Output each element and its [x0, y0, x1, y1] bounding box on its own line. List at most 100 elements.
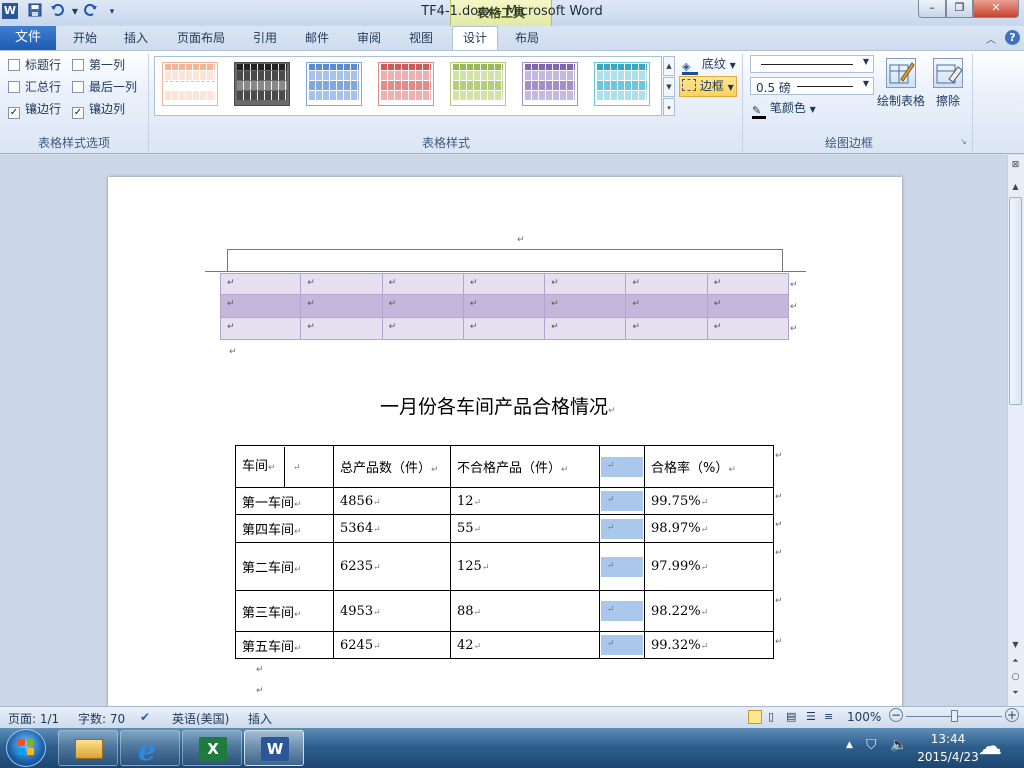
zoom-in-icon[interactable]: +: [1005, 708, 1019, 722]
table-cell[interactable]: 98.22%↵: [644, 590, 774, 632]
eraser-button[interactable]: 擦除: [923, 58, 973, 109]
previous-page-icon[interactable]: ⏶: [1009, 656, 1022, 666]
insert-mode-indicator[interactable]: 插入: [248, 710, 272, 727]
tab-references[interactable]: 引用: [244, 27, 286, 49]
scroll-up-icon[interactable]: ▲: [1009, 182, 1022, 191]
draw-table-button[interactable]: 绘制表格: [876, 58, 926, 109]
decorative-table-cell[interactable]: ↵: [381, 316, 464, 340]
table-style-swatch[interactable]: [306, 62, 362, 106]
gallery-scroll-down-icon[interactable]: ▼: [663, 77, 675, 97]
decorative-table-cell[interactable]: ↵: [544, 273, 627, 296]
tab-review[interactable]: 审阅: [348, 27, 390, 49]
table-cell[interactable]: 第四车间↵: [235, 514, 334, 543]
table-header-cell[interactable]: 总产品数（件）↵: [333, 445, 451, 488]
ruler-toggle-icon[interactable]: ⊠: [1009, 160, 1022, 174]
tab-page-layout[interactable]: 页面布局: [170, 27, 232, 49]
decorative-table-cell[interactable]: ↵: [300, 316, 383, 340]
decorative-table-cell[interactable]: ↵: [381, 273, 464, 296]
table-cell[interactable]: 第一车间↵: [235, 487, 334, 515]
decorative-table-cell[interactable]: ↵: [544, 294, 627, 318]
language-indicator[interactable]: 英语(美国): [172, 710, 229, 727]
proofing-icon[interactable]: ✔: [140, 710, 150, 724]
last-column-checkbox[interactable]: 最后一列: [72, 79, 137, 95]
table-cell[interactable]: 第二车间↵: [235, 542, 334, 591]
collapse-ribbon-icon[interactable]: ︿: [986, 31, 996, 46]
draft-view-icon[interactable]: ≡: [824, 710, 833, 723]
table-style-swatch[interactable]: [594, 62, 650, 106]
zoom-out-icon[interactable]: −: [889, 708, 903, 722]
decorative-table-cell[interactable]: ↵: [625, 294, 708, 318]
banded-rows-checkbox[interactable]: ✓ 镶边行: [8, 101, 61, 119]
table-cell[interactable]: 6245↵: [333, 631, 451, 659]
tab-insert[interactable]: 插入: [114, 27, 158, 49]
word-app-icon[interactable]: W: [2, 3, 18, 19]
banded-columns-checkbox[interactable]: ✓ 镶边列: [72, 101, 125, 119]
table-header-cell[interactable]: 合格率（%）↵: [644, 445, 774, 488]
table-style-swatch[interactable]: [234, 62, 290, 106]
table-header-cell[interactable]: 不合格产品（件）↵: [450, 445, 600, 488]
scroll-down-icon[interactable]: ▼: [1009, 640, 1022, 649]
tab-file[interactable]: 文件: [0, 26, 56, 50]
table-cell[interactable]: 6235↵: [333, 542, 451, 591]
dialog-launcher-icon[interactable]: ↘: [960, 137, 967, 146]
decorative-table-cell[interactable]: ↵: [462, 294, 546, 318]
clock-date[interactable]: 2015/4/23: [910, 750, 986, 764]
decorative-table-cell[interactable]: ↵: [625, 316, 708, 340]
table-cell[interactable]: 99.32%↵: [644, 631, 774, 659]
decorative-table-cell[interactable]: ↵: [220, 294, 302, 318]
clock-time[interactable]: 13:44: [924, 732, 972, 746]
show-hidden-icons-icon[interactable]: ▲: [846, 740, 853, 750]
decorative-table-cell[interactable]: ↵: [462, 273, 546, 296]
scroll-thumb[interactable]: [1009, 197, 1022, 405]
pen-weight-select[interactable]: 0.5 磅 ▼: [750, 77, 874, 95]
decorative-table-cell[interactable]: ↵: [625, 273, 708, 296]
table-cell[interactable]: 5364↵: [333, 514, 451, 543]
pen-style-select[interactable]: ▼: [750, 55, 874, 73]
table-cell[interactable]: 第五车间↵: [235, 631, 334, 659]
action-center-icon[interactable]: ⛉: [866, 737, 877, 753]
table-style-swatch[interactable]: [162, 62, 218, 106]
table-cell[interactable]: 99.75%↵: [644, 487, 774, 515]
table-cell[interactable]: 42↵: [450, 631, 600, 659]
selected-empty-cell[interactable]: ↵: [599, 514, 645, 543]
decorative-table-cell[interactable]: ↵: [706, 273, 789, 296]
restore-button[interactable]: ❐: [946, 0, 973, 18]
close-button[interactable]: ✕: [973, 0, 1019, 18]
next-page-icon[interactable]: ⏷: [1009, 688, 1022, 698]
decorative-table-cell[interactable]: ↵: [220, 316, 302, 340]
browse-object-icon[interactable]: ○: [1009, 672, 1022, 682]
table-cell[interactable]: 55↵: [450, 514, 600, 543]
table-cell[interactable]: 98.97%↵: [644, 514, 774, 543]
table-cell[interactable]: 125↵: [450, 542, 600, 591]
document-title[interactable]: 一月份各车间产品合格情况↵: [380, 392, 616, 419]
header-row-checkbox[interactable]: 标题行: [8, 57, 61, 73]
tab-layout[interactable]: 布局: [505, 27, 549, 49]
volume-icon[interactable]: 🔈: [890, 737, 907, 753]
decorative-table-cell[interactable]: ↵: [220, 273, 302, 296]
table-cell[interactable]: 12↵: [450, 487, 600, 515]
zoom-level[interactable]: 100%: [847, 710, 881, 724]
decorative-table-cell[interactable]: ↵: [300, 273, 383, 296]
selected-empty-cell[interactable]: ↵: [599, 445, 645, 488]
redo-icon[interactable]: [82, 3, 100, 21]
tab-design[interactable]: 设计: [452, 26, 498, 50]
taskbar-internet-explorer[interactable]: e: [120, 730, 180, 767]
table-cell[interactable]: 第三车间↵: [235, 590, 334, 632]
table-style-swatch[interactable]: [522, 62, 578, 106]
pen-color-button[interactable]: ✎ 笔颜色 ▼: [752, 98, 816, 119]
quality-table[interactable]: 车间↵ ↵ 总产品数（件）↵ 不合格产品（件）↵ ↵ 合格率（%）↵ 第一车间↵…: [235, 445, 774, 659]
tab-view[interactable]: 视图: [399, 27, 443, 49]
taskbar-excel[interactable]: X: [182, 730, 242, 766]
full-screen-reading-icon[interactable]: ▯: [768, 710, 774, 723]
tab-home[interactable]: 开始: [62, 27, 108, 49]
table-style-swatch[interactable]: [378, 62, 434, 106]
selected-empty-cell[interactable]: ↵: [599, 631, 645, 659]
table-cell[interactable]: 4953↵: [333, 590, 451, 632]
page-count[interactable]: 页面: 1/1: [8, 710, 59, 727]
shading-button[interactable]: ◈ 底纹 ▼: [682, 54, 736, 75]
taskbar-word[interactable]: W: [244, 730, 304, 766]
table-header-cell[interactable]: 车间↵ ↵: [235, 445, 334, 488]
table-style-swatch[interactable]: [450, 62, 506, 106]
decorative-table-cell[interactable]: ↵: [706, 316, 789, 340]
table-cell[interactable]: 4856↵: [333, 487, 451, 515]
